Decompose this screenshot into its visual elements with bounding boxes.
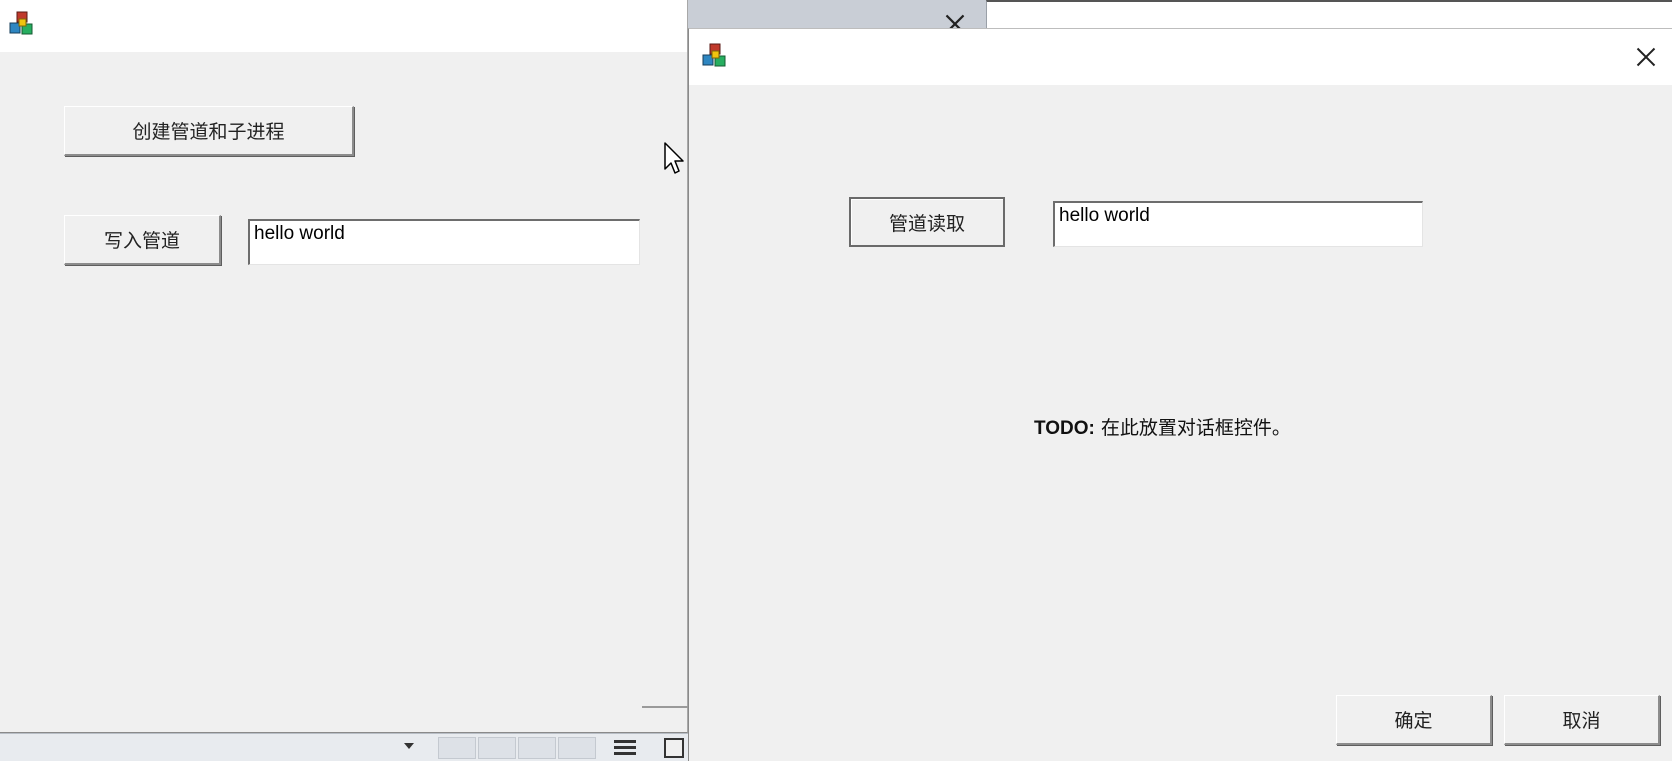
pipe-read-dialog: 管道读取 hello world TODO: 在此放置对话框控件。 确定 取消 bbox=[688, 28, 1672, 761]
app-blocks-icon bbox=[702, 43, 726, 67]
toolbar-box-icon[interactable] bbox=[664, 738, 684, 758]
pipe-read-button[interactable]: 管道读取 bbox=[849, 197, 1005, 247]
toolbar-mini-button[interactable] bbox=[558, 737, 596, 759]
bottom-toolbar-strip bbox=[0, 733, 700, 761]
ok-button[interactable]: 确定 bbox=[1336, 695, 1492, 745]
app-blocks-icon bbox=[9, 11, 33, 35]
main-window: 创建管道和子进程 写入管道 hello world bbox=[0, 0, 688, 733]
background-window-edge bbox=[986, 0, 1672, 28]
main-window-bottom-line bbox=[642, 706, 688, 708]
dropdown-caret-icon[interactable] bbox=[404, 743, 414, 749]
create-pipe-and-child-button[interactable]: 创建管道和子进程 bbox=[64, 106, 354, 156]
dialog-titlebar bbox=[689, 29, 1672, 85]
desktop: 创建管道和子进程 写入管道 hello world 管道读取 hello wor… bbox=[0, 0, 1672, 761]
toolbar-mini-button[interactable] bbox=[478, 737, 516, 759]
todo-message: 在此放置对话框控件。 bbox=[1094, 417, 1291, 439]
mouse-pointer-icon bbox=[664, 142, 684, 174]
cancel-button[interactable]: 取消 bbox=[1504, 695, 1660, 745]
write-pipe-input[interactable]: hello world bbox=[248, 219, 640, 265]
list-lines-icon[interactable] bbox=[614, 740, 636, 756]
write-pipe-button[interactable]: 写入管道 bbox=[64, 215, 221, 265]
pipe-read-output[interactable]: hello world bbox=[1053, 201, 1423, 247]
toolbar-mini-button[interactable] bbox=[518, 737, 556, 759]
dialog-close-icon[interactable] bbox=[1635, 45, 1657, 67]
todo-placeholder-text: TODO: 在此放置对话框控件。 bbox=[1034, 413, 1291, 440]
toolbar-mini-button[interactable] bbox=[438, 737, 476, 759]
todo-label: TODO: bbox=[1034, 418, 1095, 439]
main-window-titlebar bbox=[0, 0, 687, 52]
